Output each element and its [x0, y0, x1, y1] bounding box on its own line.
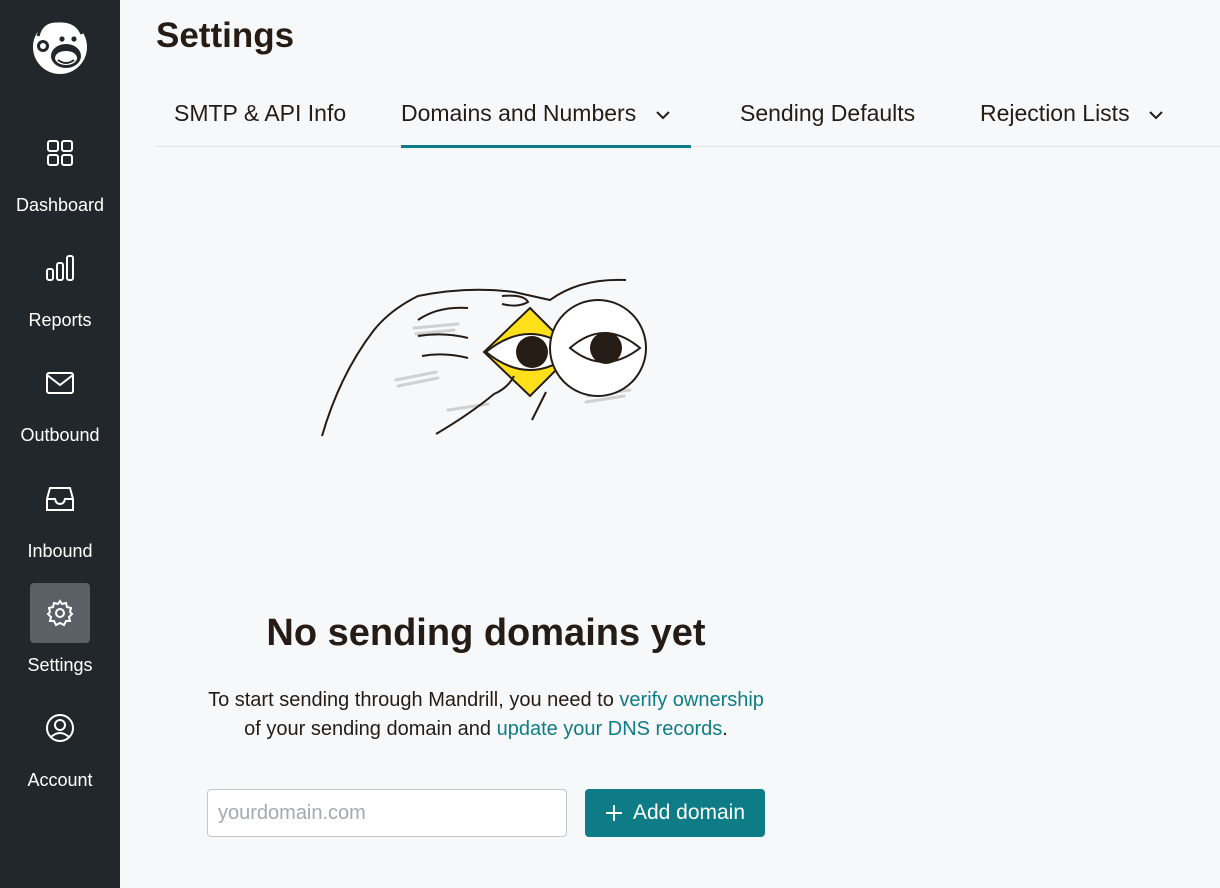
tab-bar: SMTP & API Info Domains and Numbers Send… [156, 90, 1220, 148]
plus-icon [605, 805, 622, 821]
update-dns-records-link[interactable]: update your DNS records [497, 718, 723, 740]
tab-label: Rejection Lists [980, 100, 1130, 126]
tab-label: Sending Defaults [740, 100, 916, 126]
empty-state-text: of your sending domain and [244, 718, 497, 740]
sidebar-item-inbound[interactable]: Inbound [0, 469, 120, 569]
empty-state-text: To start sending through Mandrill, you n… [208, 689, 620, 711]
empty-state-title: No sending domains yet [266, 612, 706, 654]
sidebar-item-label: Inbound [27, 541, 93, 561]
envelope-icon [30, 353, 90, 413]
page-title: Settings [156, 16, 295, 55]
sidebar: Dashboard Reports Outbound Inbound Setti… [0, 0, 120, 888]
mailchimp-logo-icon[interactable] [28, 14, 92, 78]
chevron-down-icon [1149, 111, 1163, 120]
sidebar-item-label: Settings [27, 655, 93, 675]
tab-label: SMTP & API Info [174, 100, 347, 126]
sidebar-item-account[interactable]: Account [0, 698, 120, 798]
domain-input[interactable] [207, 789, 567, 837]
tab-label: Domains and Numbers [401, 100, 637, 126]
add-domain-button[interactable]: Add domain [585, 789, 765, 837]
verify-ownership-link[interactable]: verify ownership [619, 689, 764, 711]
sidebar-item-label: Account [27, 770, 93, 790]
sidebar-item-label: Reports [28, 310, 92, 330]
sidebar-item-reports[interactable]: Reports [0, 238, 120, 338]
grid-icon [30, 123, 90, 183]
user-circle-icon [30, 698, 90, 758]
sidebar-item-dashboard[interactable]: Dashboard [0, 123, 120, 223]
empty-state-illustration [321, 278, 647, 437]
bar-chart-icon [30, 238, 90, 298]
tab-domains-and-numbers[interactable]: Domains and Numbers [401, 100, 691, 148]
empty-state-description: To start sending through Mandrill, you n… [156, 686, 816, 744]
tab-sending-defaults[interactable]: Sending Defaults [740, 100, 915, 145]
chevron-down-icon [655, 111, 670, 120]
add-domain-label: Add domain [632, 801, 746, 824]
inbox-icon [30, 469, 90, 529]
sidebar-item-outbound[interactable]: Outbound [0, 353, 120, 453]
sidebar-item-settings[interactable]: Settings [0, 583, 120, 683]
tab-smtp-api-info[interactable]: SMTP & API Info [174, 100, 346, 145]
empty-state-text: . [722, 718, 728, 740]
sidebar-item-label: Dashboard [15, 195, 105, 215]
sidebar-item-label: Outbound [20, 425, 100, 445]
gear-icon [30, 583, 90, 643]
tab-rejection-lists[interactable]: Rejection Lists [980, 100, 1164, 145]
